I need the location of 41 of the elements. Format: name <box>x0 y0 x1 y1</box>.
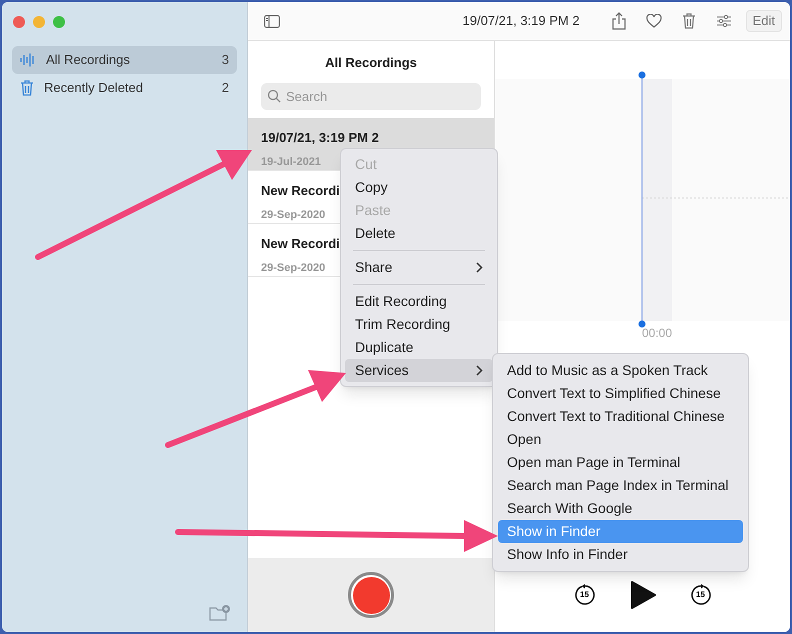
menu-item[interactable]: Show Info in Finder <box>498 543 743 566</box>
chevron-right-icon <box>476 365 483 376</box>
skip-back-button[interactable]: 15 <box>574 584 596 606</box>
menu-item[interactable]: Edit Recording <box>345 290 493 313</box>
menu-item[interactable]: Open man Page in Terminal <box>498 451 743 474</box>
sidebar-item[interactable]: Recently Deleted 2 <box>12 74 237 102</box>
menu-item[interactable]: Add to Music as a Spoken Track <box>498 359 743 382</box>
trash-icon <box>20 80 34 96</box>
settings-icon[interactable] <box>716 14 732 28</box>
close-button[interactable] <box>13 16 25 28</box>
sidebar-toggle-icon[interactable] <box>264 14 280 28</box>
chevron-right-icon <box>476 262 483 273</box>
share-icon[interactable] <box>612 12 626 30</box>
menu-item[interactable]: Convert Text to Simplified Chinese <box>498 382 743 405</box>
menu-item[interactable]: Copy <box>345 176 493 199</box>
menu-item[interactable]: Services <box>345 359 493 382</box>
heart-icon[interactable] <box>646 14 662 28</box>
menu-item[interactable]: Search With Google <box>498 497 743 520</box>
search-icon <box>267 89 281 103</box>
list-title: All Recordings <box>324 54 418 72</box>
menu-item[interactable]: Share <box>345 256 493 279</box>
skip-forward-button[interactable]: 15 <box>690 584 712 606</box>
trash-icon[interactable] <box>682 13 696 29</box>
playhead[interactable] <box>638 72 646 328</box>
menu-item[interactable]: Duplicate <box>345 336 493 359</box>
recording-title: 19/07/21, 3:19 PM 2 <box>462 12 580 30</box>
menu-item[interactable]: Open <box>498 428 743 451</box>
menu-item[interactable]: Search man Page Index in Terminal <box>498 474 743 497</box>
menu-item[interactable]: Delete <box>345 222 493 245</box>
menu-item: Cut <box>354 155 378 174</box>
time-label: 00:00 <box>642 326 672 340</box>
waveform-icon <box>20 53 36 67</box>
new-folder-icon[interactable] <box>209 604 231 622</box>
sidebar-item[interactable]: All Recordings 3 <box>12 46 237 74</box>
record-button[interactable] <box>348 572 394 618</box>
play-icon[interactable] <box>630 580 656 610</box>
menu-item[interactable]: Trim Recording <box>345 313 493 336</box>
search-field[interactable]: Search <box>261 83 481 110</box>
menu-item[interactable]: Convert Text to Traditional Chinese <box>498 405 743 428</box>
menu-item: Paste <box>354 201 392 220</box>
edit-button[interactable]: Edit <box>746 10 782 32</box>
